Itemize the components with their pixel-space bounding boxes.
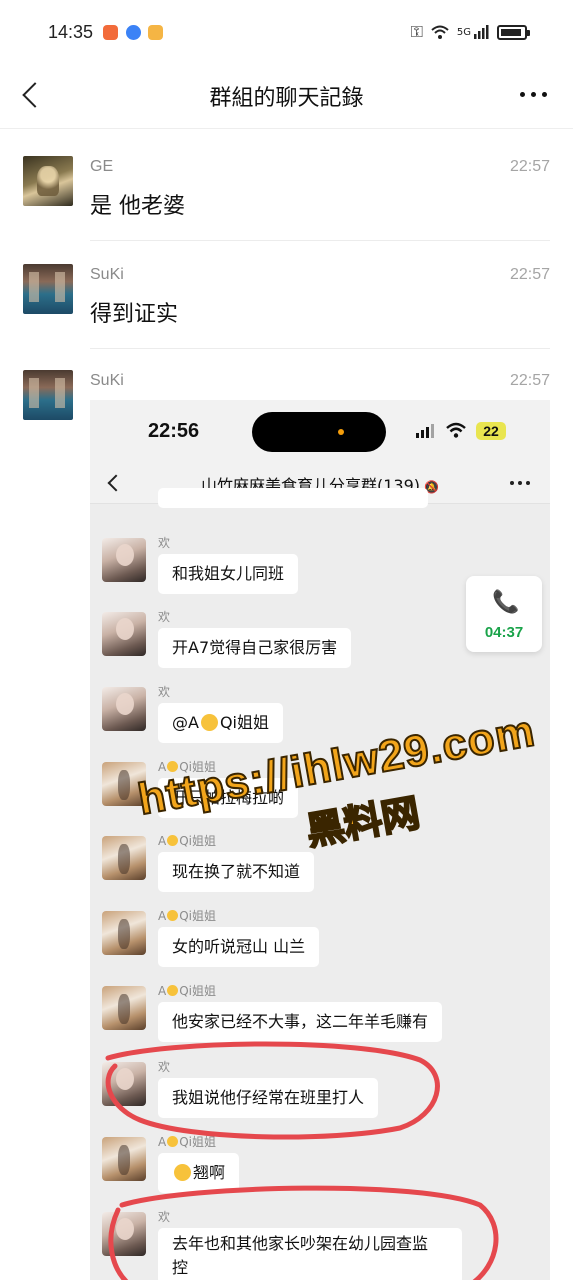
phone-icon: 📞 [492, 590, 520, 615]
member-name: 欢 [158, 536, 171, 550]
member-name: A Qi姐姐 [158, 909, 216, 923]
more-button[interactable] [520, 92, 547, 97]
chat-bubble: 开A7觉得自己家很厉害 [158, 628, 352, 668]
app-notification-icon [148, 25, 163, 40]
chat-bubble: @A Qi姐姐 [158, 703, 283, 743]
chat-bubble: 现在换了就不知道 [158, 852, 315, 892]
message-time: 22:57 [509, 158, 550, 175]
nav-divider [0, 128, 573, 129]
key-icon: ⚿ [410, 22, 423, 41]
avatar [102, 1062, 146, 1106]
message-time: 22:57 [509, 266, 550, 283]
member-name: 欢 [158, 685, 171, 699]
avatar [102, 1137, 146, 1181]
avatar [102, 911, 146, 955]
status-time: 14:35 [48, 22, 94, 42]
chat-bubble: 女的听说冠山 山兰 [158, 927, 320, 967]
chat-bubble: 开只帕拉梅拉啲 [158, 778, 299, 818]
status-bar: 14:35 ⚿ 5G [0, 0, 573, 66]
image-status-bar: 22:56 22 [90, 400, 550, 462]
signal-icon [416, 424, 434, 438]
sender-name: GE [90, 158, 114, 175]
battery-icon: 22 [476, 422, 506, 440]
message-image[interactable]: 22:56 22 山竹麻麻美食育儿分享群(139) 🔕 欢 和我姐女儿同班 欢 开… [90, 400, 550, 1280]
wifi-icon [431, 25, 449, 39]
nav-bar: 群組的聊天記錄 [0, 66, 573, 128]
avatar [23, 264, 73, 314]
more-dots-icon [510, 481, 530, 485]
app-notification-icon [103, 25, 118, 40]
dynamic-island [252, 412, 386, 452]
chat-bubble [158, 488, 428, 508]
avatar [102, 1212, 146, 1256]
laugh-emoji-icon [174, 1164, 191, 1181]
app-notification-icon [126, 25, 141, 40]
avatar [102, 538, 146, 582]
member-name: A Qi姐姐 [158, 760, 216, 774]
message-text: 是 他老婆 [90, 194, 185, 219]
avatar [23, 156, 73, 206]
member-name: A Qi姐姐 [158, 1135, 216, 1149]
more-dots-icon [520, 92, 525, 97]
avatar [102, 986, 146, 1030]
sender-name: SuKi [90, 266, 124, 283]
smile-emoji-icon [200, 714, 218, 731]
chat-bubble: 他安家已经不大事，这二年羊毛赚有 [158, 1002, 443, 1042]
chat-bubble: 去年也和其他家长吵架在幼儿园查监 控 [158, 1228, 462, 1280]
avatar [23, 370, 73, 420]
member-name: 欢 [158, 610, 171, 624]
status-indicators: ⚿ 5G [410, 22, 530, 42]
member-name: 欢 [158, 1060, 171, 1074]
avatar [102, 687, 146, 731]
avatar [102, 762, 146, 806]
wifi-icon [446, 422, 466, 438]
message-time: 22:57 [509, 372, 550, 389]
member-name: A Qi姐姐 [158, 834, 216, 848]
member-name: A Qi姐姐 [158, 984, 216, 998]
chat-bubble: 和我姐女儿同班 [158, 554, 299, 594]
signal-icon [474, 25, 489, 39]
member-name: 欢 [158, 1210, 171, 1224]
page-title: 群組的聊天記錄 [209, 86, 364, 111]
message-text: 得到证实 [90, 302, 179, 327]
chat-record-item[interactable]: SuKi 22:57 [0, 348, 573, 420]
call-duration: 04:37 [484, 624, 524, 641]
chat-record-item[interactable]: SuKi 22:57 得到证实 [0, 240, 573, 349]
network-label: 5G [456, 26, 471, 38]
chat-record-item[interactable]: GE 22:57 是 他老婆 [0, 130, 573, 241]
sender-name: SuKi [90, 372, 124, 389]
battery-icon [497, 24, 530, 40]
chat-bubble: 我姐说他仔经常在班里打人 [158, 1078, 379, 1118]
avatar [102, 836, 146, 880]
avatar [102, 612, 146, 656]
image-status-time: 22:56 [148, 420, 200, 442]
chat-bubble: 翘啊 [158, 1153, 240, 1193]
call-floating-card: 📞 04:37 [466, 576, 542, 652]
